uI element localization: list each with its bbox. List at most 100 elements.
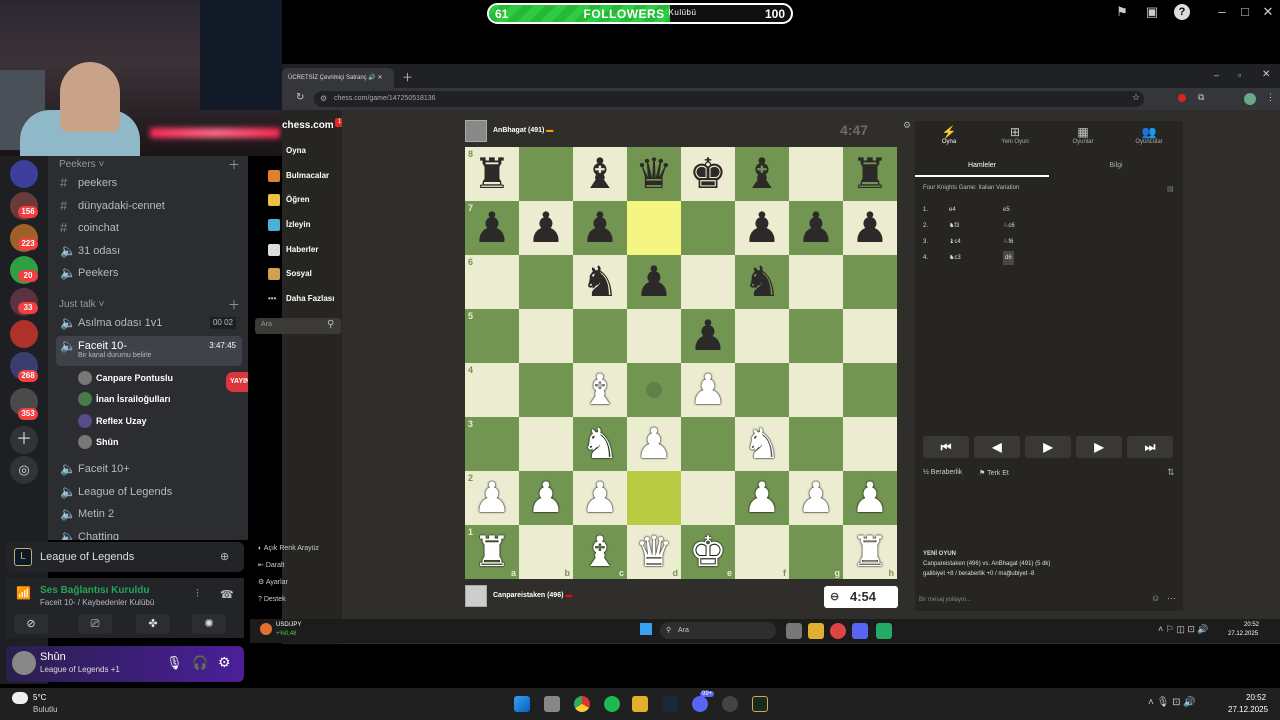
square-a7[interactable]: 7 ♟ — [465, 201, 519, 255]
square-e8[interactable]: ♚ — [681, 147, 735, 201]
support-link[interactable]: ? Destek — [258, 591, 319, 608]
square-e3[interactable] — [681, 417, 735, 471]
flag-icon[interactable]: ⚑ — [1114, 4, 1130, 20]
move-row[interactable]: 1. e4 e5 — [923, 203, 1173, 217]
square-f4[interactable] — [735, 363, 789, 417]
avatar[interactable] — [12, 651, 36, 675]
disconnect-icon[interactable]: ☎ — [220, 588, 234, 601]
square-h4[interactable] — [843, 363, 897, 417]
square-c1[interactable]: c ♝ — [573, 525, 627, 579]
square-f3[interactable]: ♞ — [735, 417, 789, 471]
tab-info[interactable]: Bilgi — [1049, 157, 1183, 177]
activity-card[interactable]: L League of Legends ⊕ — [6, 542, 244, 572]
currency-label[interactable]: USD/JPY — [276, 622, 301, 628]
square-d2[interactable] — [627, 471, 681, 525]
taskview-icon[interactable] — [786, 623, 802, 639]
nav-play[interactable]: Oyna — [274, 142, 344, 160]
square-b4[interactable] — [519, 363, 573, 417]
square-h7[interactable]: ♟ — [843, 201, 897, 255]
extensions-icon[interactable]: ⧉ — [1198, 92, 1204, 103]
discord-icon[interactable] — [692, 696, 708, 712]
black-knight[interactable]: ♞ — [573, 255, 627, 309]
emoji-icon[interactable]: ☺ — [1151, 593, 1160, 603]
black-pawn[interactable]: ♟ — [465, 201, 519, 255]
square-h3[interactable] — [843, 417, 897, 471]
nav-puzzles[interactable]: Bulmacalar — [268, 167, 344, 185]
discord-icon[interactable] — [852, 623, 868, 639]
taskview-icon[interactable] — [544, 696, 560, 712]
nav-social[interactable]: Sosyal — [268, 265, 344, 283]
voice-location[interactable]: Faceit 10- / Kaybedenler Kulübü — [40, 598, 154, 607]
noise-icon[interactable]: ⫶ — [196, 588, 199, 601]
spotify-icon[interactable] — [604, 696, 620, 712]
voice-user[interactable]: Shûn — [78, 433, 119, 451]
black-pawn[interactable]: ♟ — [573, 201, 627, 255]
settings-link[interactable]: ⚙ Ayarlar — [258, 574, 319, 591]
square-b6[interactable] — [519, 255, 573, 309]
black-pawn[interactable]: ♟ — [519, 201, 573, 255]
voice-chatting[interactable]: 🔈 Chatting — [56, 527, 242, 540]
channel-31-odasi[interactable]: 🔈 31 odası — [56, 241, 242, 261]
square-f6[interactable]: ♞ — [735, 255, 789, 309]
square-b2[interactable]: ♟ — [519, 471, 573, 525]
square-h5[interactable] — [843, 309, 897, 363]
black-pawn[interactable]: ♟ — [681, 309, 735, 363]
square-d6[interactable]: ♟ — [627, 255, 681, 309]
steam-icon[interactable] — [662, 696, 678, 712]
square-f2[interactable]: ♟ — [735, 471, 789, 525]
square-c2[interactable]: ♟ — [573, 471, 627, 525]
reload-icon[interactable]: ↻ — [296, 92, 304, 103]
voice-asilma-odasi[interactable]: 🔈 Asılma odası 1v1 00 02 — [56, 313, 242, 333]
white-king[interactable]: ♚ — [681, 525, 735, 579]
square-d5[interactable] — [627, 309, 681, 363]
explore-icon[interactable]: ◎ — [10, 456, 38, 484]
sound-icon[interactable]: 🔊 — [368, 75, 375, 81]
square-h6[interactable] — [843, 255, 897, 309]
chrome-icon[interactable] — [830, 623, 846, 639]
white-pawn[interactable]: ♟ — [735, 471, 789, 525]
channel-peekers[interactable]: # peekers — [56, 173, 242, 193]
browser-tab[interactable]: ÜCRETSİZ Çevrimiçi Satranç 🔊 ✕ — [282, 68, 394, 88]
black-pawn[interactable]: ♟ — [843, 201, 897, 255]
white-bishop[interactable]: ♝ — [573, 363, 627, 417]
chrome-icon[interactable] — [574, 696, 590, 712]
settings-icon[interactable]: ⚙ — [903, 120, 911, 131]
black-bishop[interactable]: ♝ — [573, 147, 627, 201]
bottom-player[interactable]: Canpareistaken (496) ▬ — [465, 584, 572, 608]
next-move-button[interactable]: ▶ — [1076, 436, 1122, 458]
server-icon[interactable] — [10, 320, 38, 348]
site-info-icon[interactable]: ⚙ — [320, 94, 327, 103]
square-e4[interactable]: ♟ — [681, 363, 735, 417]
headphones-icon[interactable]: 🎧 — [192, 655, 208, 671]
square-c6[interactable]: ♞ — [573, 255, 627, 309]
signal-icon[interactable]: 📶 — [16, 586, 31, 600]
square-h2[interactable]: ♟ — [843, 471, 897, 525]
square-d1[interactable]: d ♛ — [627, 525, 681, 579]
square-e2[interactable] — [681, 471, 735, 525]
square-c5[interactable] — [573, 309, 627, 363]
tray-icons[interactable]: ˄ ⚐ ◫ ⊡ 🔊 — [1158, 624, 1209, 635]
windows-start-icon[interactable] — [514, 696, 530, 712]
voice-user[interactable]: İnan İsrailoğulları — [78, 390, 171, 408]
white-bishop[interactable]: ♝ — [573, 525, 627, 579]
square-g5[interactable] — [789, 309, 843, 363]
white-rook[interactable]: ♜ — [843, 525, 897, 579]
white-rook[interactable]: ♜ — [465, 525, 519, 579]
maximize-icon[interactable]: ▫ — [1238, 70, 1241, 80]
square-f8[interactable]: ♝ — [735, 147, 789, 201]
extension-icon[interactable] — [1178, 94, 1186, 102]
tab-moves[interactable]: Hamleler — [915, 157, 1049, 177]
help-icon[interactable]: ? — [1174, 4, 1190, 20]
chesscom-logo[interactable]: chess.com — [282, 120, 334, 131]
nav-more[interactable]: ••• Daha Fazlası — [268, 290, 344, 308]
move-hint-dot[interactable] — [646, 382, 662, 398]
square-e5[interactable]: ♟ — [681, 309, 735, 363]
tab-players[interactable]: 👥 Oyuncular — [1119, 125, 1179, 145]
voice-faceit-10-plus[interactable]: 🔈 Faceit 10+ — [56, 459, 242, 479]
add-channel-icon[interactable]: ＋ — [228, 296, 240, 313]
square-b5[interactable] — [519, 309, 573, 363]
square-g3[interactable] — [789, 417, 843, 471]
white-pawn[interactable]: ♟ — [627, 417, 681, 471]
microphone-icon[interactable]: 🎙 — [166, 655, 183, 671]
prev-move-button[interactable]: ◀ — [974, 436, 1020, 458]
